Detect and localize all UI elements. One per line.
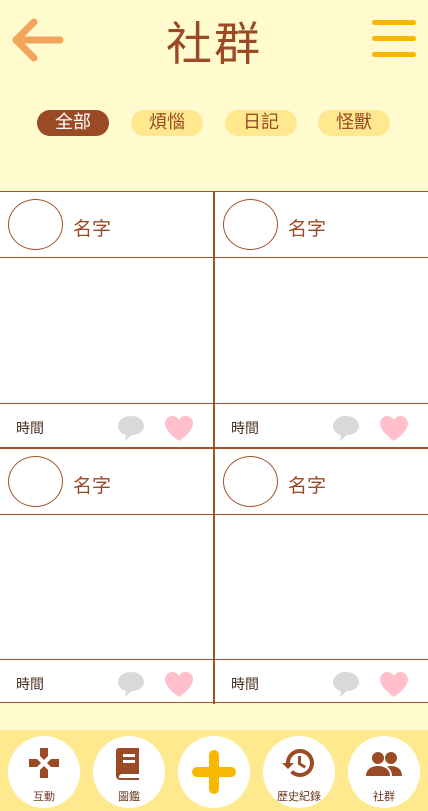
nav-item-encyclopedia[interactable]: 圖鑑 <box>93 736 165 808</box>
post-time: 時間 <box>231 677 259 693</box>
history-icon <box>282 749 314 777</box>
post-header: 名字 <box>0 449 213 515</box>
avatar[interactable] <box>223 456 278 507</box>
nav-item-interact[interactable]: 互動 <box>8 736 80 808</box>
post-author-name: 名字 <box>73 475 112 497</box>
heart-icon[interactable] <box>164 671 194 698</box>
filter-chip-monsters[interactable]: 怪獸 <box>318 110 390 136</box>
comment-icon[interactable] <box>331 669 361 699</box>
post-card[interactable]: 名字 時間 <box>0 192 213 448</box>
post-author-name: 名字 <box>73 218 112 240</box>
grid-divider-horizontal <box>0 447 428 449</box>
bottom-nav: 互動 圖鑑 歷史紀錄 社群 <box>0 730 428 811</box>
post-footer: 時間 <box>0 403 213 448</box>
post-time: 時間 <box>231 421 259 437</box>
comment-icon[interactable] <box>331 413 361 443</box>
comment-icon[interactable] <box>116 669 146 699</box>
hamburger-menu-icon <box>372 20 416 57</box>
comment-icon[interactable] <box>116 413 146 443</box>
post-card[interactable]: 名字 時間 <box>215 449 428 705</box>
post-footer: 時間 <box>215 659 428 704</box>
plus-icon <box>192 750 236 794</box>
post-card[interactable]: 名字 時間 <box>0 449 213 705</box>
post-time: 時間 <box>16 677 44 693</box>
post-header: 名字 <box>0 192 213 258</box>
avatar[interactable] <box>223 199 278 250</box>
heart-icon[interactable] <box>379 671 409 698</box>
people-icon <box>366 752 402 776</box>
filter-chip-all[interactable]: 全部 <box>37 110 109 136</box>
gamepad-icon <box>29 748 59 778</box>
nav-label: 歷史紀錄 <box>277 790 321 803</box>
post-footer: 時間 <box>215 403 428 448</box>
filter-chip-diary[interactable]: 日記 <box>225 110 297 136</box>
nav-label: 互動 <box>33 790 55 803</box>
post-grid: 名字 時間 名字 時間 名字 時間 名字 時間 <box>0 191 428 705</box>
post-author-name: 名字 <box>288 475 327 497</box>
post-footer: 時間 <box>0 659 213 704</box>
filter-bar: 全部 煩惱 日記 怪獸 <box>0 110 428 138</box>
avatar[interactable] <box>8 199 63 250</box>
avatar[interactable] <box>8 456 63 507</box>
menu-button[interactable] <box>372 20 416 60</box>
post-author-name: 名字 <box>288 218 327 240</box>
nav-item-history[interactable]: 歷史紀錄 <box>263 736 335 808</box>
post-time: 時間 <box>16 421 44 437</box>
page-title: 社群 <box>166 17 262 71</box>
nav-item-community[interactable]: 社群 <box>348 736 420 808</box>
heart-icon[interactable] <box>379 415 409 442</box>
book-icon <box>116 748 139 780</box>
nav-label: 圖鑑 <box>118 790 140 803</box>
nav-label: 社群 <box>373 790 395 803</box>
post-card[interactable]: 名字 時間 <box>215 192 428 448</box>
filter-chip-worries[interactable]: 煩惱 <box>131 110 203 136</box>
heart-icon[interactable] <box>164 415 194 442</box>
header: 社群 <box>0 0 428 90</box>
post-header: 名字 <box>215 192 428 258</box>
post-header: 名字 <box>215 449 428 515</box>
nav-item-add[interactable] <box>178 736 250 808</box>
